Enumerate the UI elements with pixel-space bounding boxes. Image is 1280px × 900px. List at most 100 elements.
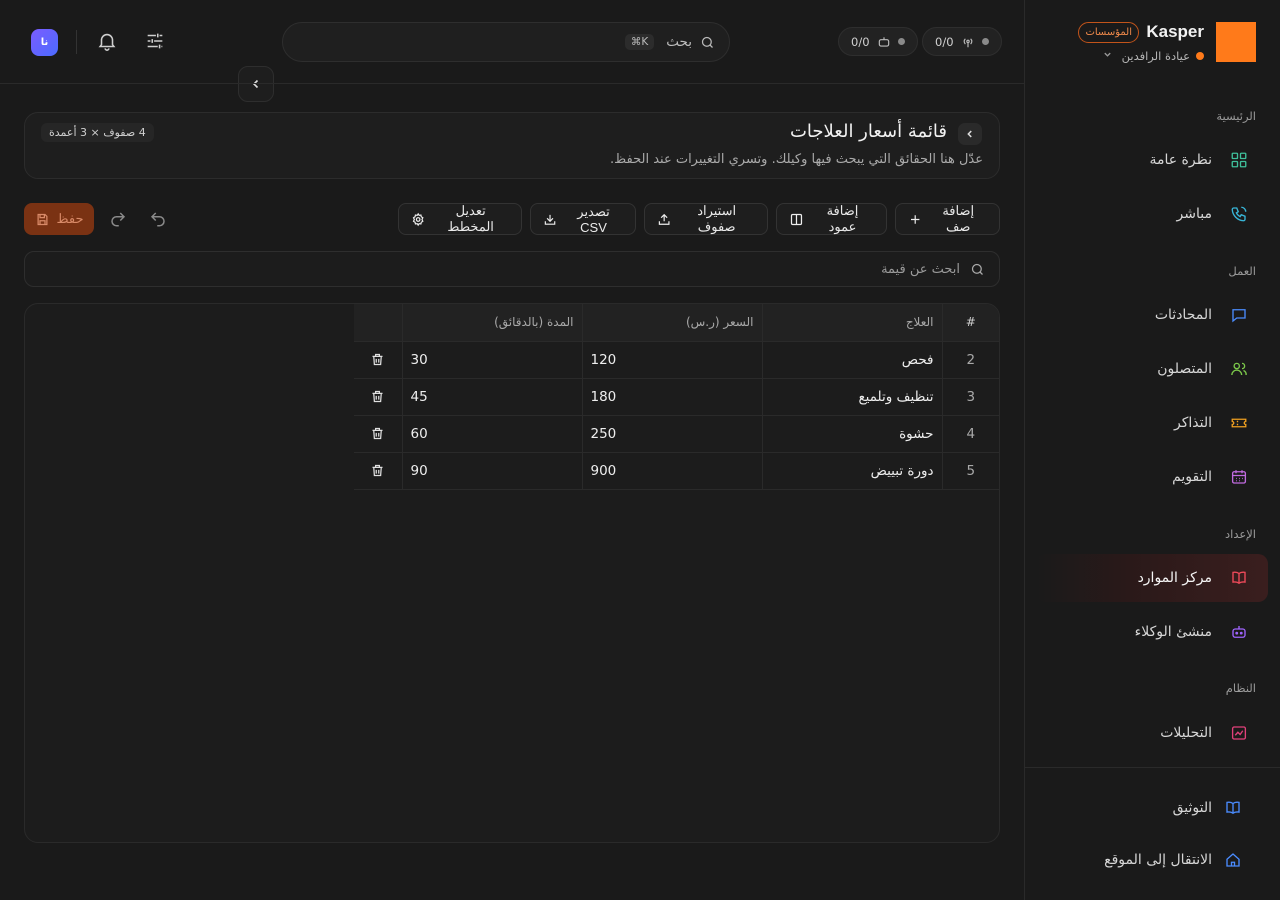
add-row-label: إضافة صف <box>942 203 975 234</box>
value-search-input[interactable] <box>39 261 960 277</box>
sidebar-item-agent-builder[interactable]: منشئ الوكلاء <box>1036 608 1268 656</box>
plus-icon <box>911 214 920 224</box>
avatar[interactable]: نا <box>31 29 58 56</box>
status-dot <box>981 38 989 45</box>
cell-treatment[interactable]: حشوة <box>762 415 943 453</box>
export-csv-label: تصدير CSV <box>577 203 610 235</box>
global-search[interactable]: بحث ⌘K <box>282 22 730 62</box>
ticket-icon <box>1231 418 1247 428</box>
workspace-status-dot <box>1196 52 1204 60</box>
row-index: 5 <box>942 452 999 490</box>
sidebar-item-tickets[interactable]: التذاكر <box>1036 399 1268 447</box>
save-label: حفظ <box>56 211 84 226</box>
cell-price[interactable]: 180 <box>582 378 763 416</box>
sidebar-item-label: التحليلات <box>1160 725 1212 741</box>
trash-icon <box>372 464 383 477</box>
sidebar-item-live[interactable]: مباشر <box>1036 190 1268 238</box>
cell-price[interactable]: 900 <box>582 452 763 490</box>
sidebar-item-callers[interactable]: المتصلون <box>1036 345 1268 393</box>
sidebar-item-label: مباشر <box>1176 206 1212 222</box>
cell-duration[interactable]: 60 <box>402 415 583 453</box>
page-title: قائمة أسعار العلاجات <box>789 121 947 142</box>
add-row-button[interactable]: إضافة صف <box>895 203 1000 235</box>
sidebar-item-analytics[interactable]: التحليلات <box>1036 709 1268 757</box>
search-icon <box>971 263 983 275</box>
topbar-divider <box>76 30 77 54</box>
plan-badge: المؤسسات <box>1078 22 1139 43</box>
sidebar-item-overview[interactable]: نظرة عامة <box>1036 136 1268 184</box>
search-shortcut: ⌘K <box>624 34 655 50</box>
workspace-name: عيادة الرافدين <box>1121 49 1190 63</box>
cell-duration[interactable]: 30 <box>402 341 583 379</box>
cell-price[interactable]: 250 <box>582 415 763 453</box>
cell-duration[interactable]: 90 <box>402 452 583 490</box>
download-icon <box>544 214 556 225</box>
cell-price[interactable]: 120 <box>582 341 763 379</box>
top-bar: 0/0 0/0 بحث ⌘K نا <box>0 0 1024 84</box>
bot-icon <box>878 36 889 47</box>
calendar-icon <box>1231 470 1247 484</box>
cell-treatment[interactable]: فحص <box>762 341 943 379</box>
delete-row-button[interactable] <box>354 378 403 416</box>
home-icon <box>1226 853 1240 867</box>
edit-schema-label: تعديل المخطط <box>447 203 494 234</box>
table-row: 5 دورة تبييض 900 90 <box>354 452 999 490</box>
sidebar-footer-go-to-site[interactable]: الانتقال إلى الموقع <box>1104 848 1242 872</box>
back-button[interactable] <box>958 123 982 145</box>
cell-treatment[interactable]: تنظيف وتلميع <box>762 378 943 416</box>
import-rows-label: استيراد صفوف <box>697 203 737 234</box>
brand-name: Kasper <box>1146 22 1204 41</box>
add-column-button[interactable]: إضافة عمود <box>776 203 887 235</box>
column-header-duration[interactable]: المدة (بالدقائق) <box>402 304 583 342</box>
delete-row-button[interactable] <box>354 452 403 490</box>
value-search <box>24 251 1000 287</box>
save-button[interactable]: حفظ <box>24 203 94 235</box>
sliders-icon[interactable] <box>144 30 166 52</box>
row-index: 4 <box>942 415 999 453</box>
page-header-card: قائمة أسعار العلاجات عدّل هنا الحقائق ال… <box>24 112 1000 179</box>
data-table-card: # العلاج السعر (ر.س) المدة (بالدقائق) 2 … <box>24 303 1000 843</box>
section-title-home: الرئيسية <box>1216 109 1256 123</box>
import-rows-button[interactable]: استيراد صفوف <box>644 203 768 235</box>
column-header-actions <box>354 304 403 342</box>
cell-duration[interactable]: 45 <box>402 378 583 416</box>
undo-icon[interactable] <box>149 210 167 228</box>
cell-treatment[interactable]: دورة تبييض <box>762 452 943 490</box>
trash-icon <box>372 390 383 403</box>
sidebar-item-resource-center[interactable]: مركز الموارد <box>1036 554 1268 602</box>
sidebar-divider <box>1024 767 1280 768</box>
workspace-switcher[interactable]: عيادة الرافدين <box>1103 49 1204 63</box>
edit-schema-button[interactable]: تعديل المخطط <box>398 203 522 235</box>
sidebar-item-label: مركز الموارد <box>1137 570 1212 586</box>
section-title-system: النظام <box>1225 681 1256 695</box>
delete-row-button[interactable] <box>354 341 403 379</box>
status-dot <box>897 38 905 45</box>
section-title-work: العمل <box>1228 264 1256 278</box>
redo-icon[interactable] <box>109 210 127 228</box>
sidebar-footer-docs[interactable]: التوثيق <box>1173 796 1242 820</box>
sidebar-item-calendar[interactable]: التقويم <box>1036 453 1268 501</box>
status-pill-agents[interactable]: 0/0 <box>838 27 918 56</box>
chevron-down-icon <box>1103 50 1112 62</box>
column-header-index: # <box>942 304 999 342</box>
sidebar-item-conversations[interactable]: المحادثات <box>1036 291 1268 339</box>
sidebar-item-label: التقويم <box>1172 469 1212 485</box>
users-icon <box>1231 362 1247 376</box>
chart-icon <box>1231 726 1247 740</box>
search-icon <box>701 36 713 48</box>
column-header-treatment[interactable]: العلاج <box>762 304 943 342</box>
chat-icon <box>1232 309 1246 323</box>
upload-icon <box>658 213 670 225</box>
delete-row-button[interactable] <box>354 415 403 453</box>
table-header-row: # العلاج السعر (ر.س) المدة (بالدقائق) <box>354 304 999 342</box>
antenna-icon <box>963 37 972 47</box>
column-header-price[interactable]: السعر (ر.س) <box>582 304 763 342</box>
export-csv-button[interactable]: تصدير CSV <box>530 203 636 235</box>
sidebar-item-label: المحادثات <box>1154 307 1212 323</box>
status-pill-broadcast[interactable]: 0/0 <box>922 27 1002 56</box>
brand-logo <box>1216 22 1256 62</box>
bell-icon[interactable] <box>96 30 118 52</box>
status-count: 0/0 <box>935 34 954 49</box>
gear-icon <box>412 212 424 226</box>
status-count: 0/0 <box>851 34 870 49</box>
